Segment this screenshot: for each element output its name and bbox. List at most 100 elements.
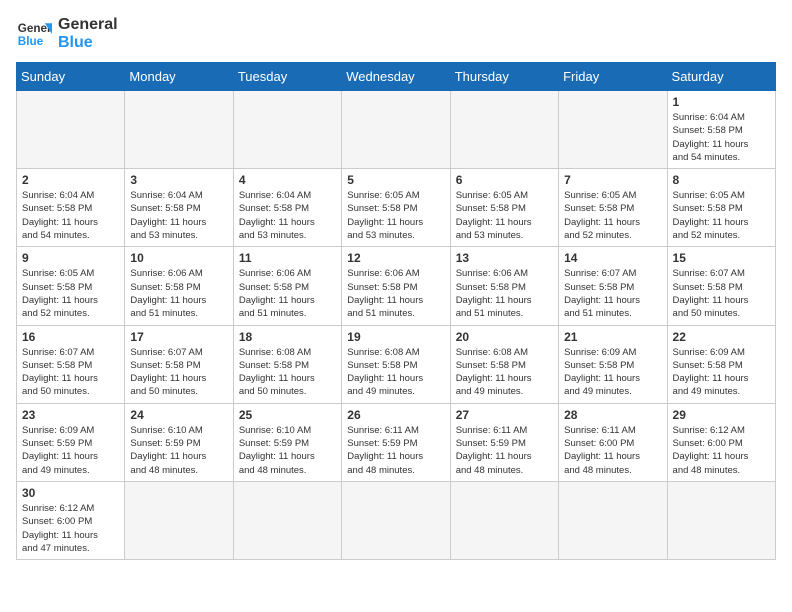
day-info-16: Sunrise: 6:07 AM Sunset: 5:58 PM Dayligh…	[22, 346, 119, 399]
calendar-cell-39	[450, 481, 558, 559]
day-info-7: Sunrise: 6:05 AM Sunset: 5:58 PM Dayligh…	[564, 189, 661, 242]
day-number-20: 20	[456, 330, 553, 344]
day-info-4: Sunrise: 6:04 AM Sunset: 5:58 PM Dayligh…	[239, 189, 336, 242]
day-info-10: Sunrise: 6:06 AM Sunset: 5:58 PM Dayligh…	[130, 267, 227, 320]
calendar-cell-6: 1Sunrise: 6:04 AM Sunset: 5:58 PM Daylig…	[667, 91, 775, 169]
day-number-23: 23	[22, 408, 119, 422]
day-info-17: Sunrise: 6:07 AM Sunset: 5:58 PM Dayligh…	[130, 346, 227, 399]
day-number-15: 15	[673, 251, 770, 265]
day-number-29: 29	[673, 408, 770, 422]
day-number-21: 21	[564, 330, 661, 344]
weekday-header-sunday: Sunday	[17, 63, 125, 91]
day-number-1: 1	[673, 95, 770, 109]
logo: General Blue General Blue	[16, 16, 118, 52]
header: General Blue General Blue	[16, 16, 776, 52]
calendar-cell-4	[450, 91, 558, 169]
calendar-cell-19: 14 Sunrise: 6:07 AM Sunset: 5:58 PM Dayli…	[559, 247, 667, 325]
day-number-10: 10	[130, 251, 227, 265]
weekday-header-saturday: Saturday	[667, 63, 775, 91]
calendar-row-2: 2Sunrise: 6:04 AM Sunset: 5:58 PM Daylig…	[17, 169, 776, 247]
day-number-13: 13	[456, 251, 553, 265]
day-number-3: 3	[130, 173, 227, 187]
calendar-cell-0	[17, 91, 125, 169]
day-number-19: 19	[347, 330, 444, 344]
day-number-12: 12	[347, 251, 444, 265]
calendar-cell-21: 16Sunrise: 6:07 AM Sunset: 5:58 PM Dayli…	[17, 325, 125, 403]
day-info-23: Sunrise: 6:09 AM Sunset: 5:59 PM Dayligh…	[22, 424, 119, 477]
svg-text:Blue: Blue	[18, 35, 44, 48]
calendar-cell-33: 28 Sunrise: 6:11 AM Sunset: 6:00 PM Dayli…	[559, 403, 667, 481]
day-info-24: Sunrise: 6:10 AM Sunset: 5:59 PM Dayligh…	[130, 424, 227, 477]
day-info-20: Sunrise: 6:08 AM Sunset: 5:58 PM Dayligh…	[456, 346, 553, 399]
day-info-9: Sunrise: 6:05 AM Sunset: 5:58 PM Dayligh…	[22, 267, 119, 320]
day-number-7: 7	[564, 173, 661, 187]
calendar-cell-8: 3 Sunrise: 6:04 AM Sunset: 5:58 PM Daylig…	[125, 169, 233, 247]
logo-icon: General Blue	[16, 16, 52, 52]
calendar-cell-22: 17Sunrise: 6:07 AM Sunset: 5:58 PM Dayli…	[125, 325, 233, 403]
calendar-cell-20: 15 Sunrise: 6:07 AM Sunset: 5:58 PM Dayli…	[667, 247, 775, 325]
weekday-header-wednesday: Wednesday	[342, 63, 450, 91]
weekday-header-friday: Friday	[559, 63, 667, 91]
calendar-cell-14: 9Sunrise: 6:05 AM Sunset: 5:58 PM Daylig…	[17, 247, 125, 325]
day-info-28: Sunrise: 6:11 AM Sunset: 6:00 PM Dayligh…	[564, 424, 661, 477]
day-number-18: 18	[239, 330, 336, 344]
calendar-cell-7: 2Sunrise: 6:04 AM Sunset: 5:58 PM Daylig…	[17, 169, 125, 247]
calendar-cell-15: 10 Sunrise: 6:06 AM Sunset: 5:58 PM Dayli…	[125, 247, 233, 325]
calendar-row-4: 16Sunrise: 6:07 AM Sunset: 5:58 PM Dayli…	[17, 325, 776, 403]
calendar-cell-1	[125, 91, 233, 169]
calendar-cell-35: 30Sunrise: 6:12 AM Sunset: 6:00 PM Dayli…	[17, 481, 125, 559]
calendar-cell-2	[233, 91, 341, 169]
calendar-cell-9: 4 Sunrise: 6:04 AM Sunset: 5:58 PM Daylig…	[233, 169, 341, 247]
calendar-cell-36	[125, 481, 233, 559]
day-number-6: 6	[456, 173, 553, 187]
calendar-cell-17: 12 Sunrise: 6:06 AM Sunset: 5:58 PM Dayli…	[342, 247, 450, 325]
day-number-26: 26	[347, 408, 444, 422]
day-info-14: Sunrise: 6:07 AM Sunset: 5:58 PM Dayligh…	[564, 267, 661, 320]
day-number-5: 5	[347, 173, 444, 187]
day-info-11: Sunrise: 6:06 AM Sunset: 5:58 PM Dayligh…	[239, 267, 336, 320]
calendar-cell-3	[342, 91, 450, 169]
calendar-cell-29: 24 Sunrise: 6:10 AM Sunset: 5:59 PM Dayli…	[125, 403, 233, 481]
day-number-11: 11	[239, 251, 336, 265]
calendar-cell-32: 27 Sunrise: 6:11 AM Sunset: 5:59 PM Dayli…	[450, 403, 558, 481]
day-number-22: 22	[673, 330, 770, 344]
weekday-header-tuesday: Tuesday	[233, 63, 341, 91]
day-info-21: Sunrise: 6:09 AM Sunset: 5:58 PM Dayligh…	[564, 346, 661, 399]
calendar-cell-28: 23 Sunrise: 6:09 AM Sunset: 5:59 PM Dayli…	[17, 403, 125, 481]
weekday-header-row: SundayMondayTuesdayWednesdayThursdayFrid…	[17, 63, 776, 91]
day-number-14: 14	[564, 251, 661, 265]
day-number-24: 24	[130, 408, 227, 422]
day-info-13: Sunrise: 6:06 AM Sunset: 5:58 PM Dayligh…	[456, 267, 553, 320]
day-number-28: 28	[564, 408, 661, 422]
day-info-29: Sunrise: 6:12 AM Sunset: 6:00 PM Dayligh…	[673, 424, 770, 477]
calendar-row-3: 9Sunrise: 6:05 AM Sunset: 5:58 PM Daylig…	[17, 247, 776, 325]
calendar-cell-26: 21 Sunrise: 6:09 AM Sunset: 5:58 PM Dayli…	[559, 325, 667, 403]
calendar-cell-10: 5 Sunrise: 6:05 AM Sunset: 5:58 PM Daylig…	[342, 169, 450, 247]
day-number-8: 8	[673, 173, 770, 187]
calendar-cell-30: 25Sunrise: 6:10 AM Sunset: 5:59 PM Dayli…	[233, 403, 341, 481]
calendar-cell-12: 7 Sunrise: 6:05 AM Sunset: 5:58 PM Daylig…	[559, 169, 667, 247]
day-number-25: 25	[239, 408, 336, 422]
logo-blue: Blue	[58, 34, 93, 51]
day-info-2: Sunrise: 6:04 AM Sunset: 5:58 PM Dayligh…	[22, 189, 119, 242]
day-info-6: Sunrise: 6:05 AM Sunset: 5:58 PM Dayligh…	[456, 189, 553, 242]
day-info-12: Sunrise: 6:06 AM Sunset: 5:58 PM Dayligh…	[347, 267, 444, 320]
day-info-30: Sunrise: 6:12 AM Sunset: 6:00 PM Dayligh…	[22, 502, 119, 555]
day-info-18: Sunrise: 6:08 AM Sunset: 5:58 PM Dayligh…	[239, 346, 336, 399]
calendar-cell-40	[559, 481, 667, 559]
calendar-cell-25: 20 Sunrise: 6:08 AM Sunset: 5:58 PM Dayli…	[450, 325, 558, 403]
day-info-15: Sunrise: 6:07 AM Sunset: 5:58 PM Dayligh…	[673, 267, 770, 320]
calendar: SundayMondayTuesdayWednesdayThursdayFrid…	[16, 62, 776, 560]
weekday-header-thursday: Thursday	[450, 63, 558, 91]
calendar-cell-24: 19Sunrise: 6:08 AM Sunset: 5:58 PM Dayli…	[342, 325, 450, 403]
calendar-row-6: 30Sunrise: 6:12 AM Sunset: 6:00 PM Dayli…	[17, 481, 776, 559]
day-info-26: Sunrise: 6:11 AM Sunset: 5:59 PM Dayligh…	[347, 424, 444, 477]
calendar-cell-31: 26 Sunrise: 6:11 AM Sunset: 5:59 PM Dayli…	[342, 403, 450, 481]
calendar-cell-23: 18 Sunrise: 6:08 AM Sunset: 5:58 PM Dayli…	[233, 325, 341, 403]
day-number-4: 4	[239, 173, 336, 187]
day-info-3: Sunrise: 6:04 AM Sunset: 5:58 PM Dayligh…	[130, 189, 227, 242]
day-number-27: 27	[456, 408, 553, 422]
day-info-5: Sunrise: 6:05 AM Sunset: 5:58 PM Dayligh…	[347, 189, 444, 242]
calendar-cell-41	[667, 481, 775, 559]
day-info-27: Sunrise: 6:11 AM Sunset: 5:59 PM Dayligh…	[456, 424, 553, 477]
